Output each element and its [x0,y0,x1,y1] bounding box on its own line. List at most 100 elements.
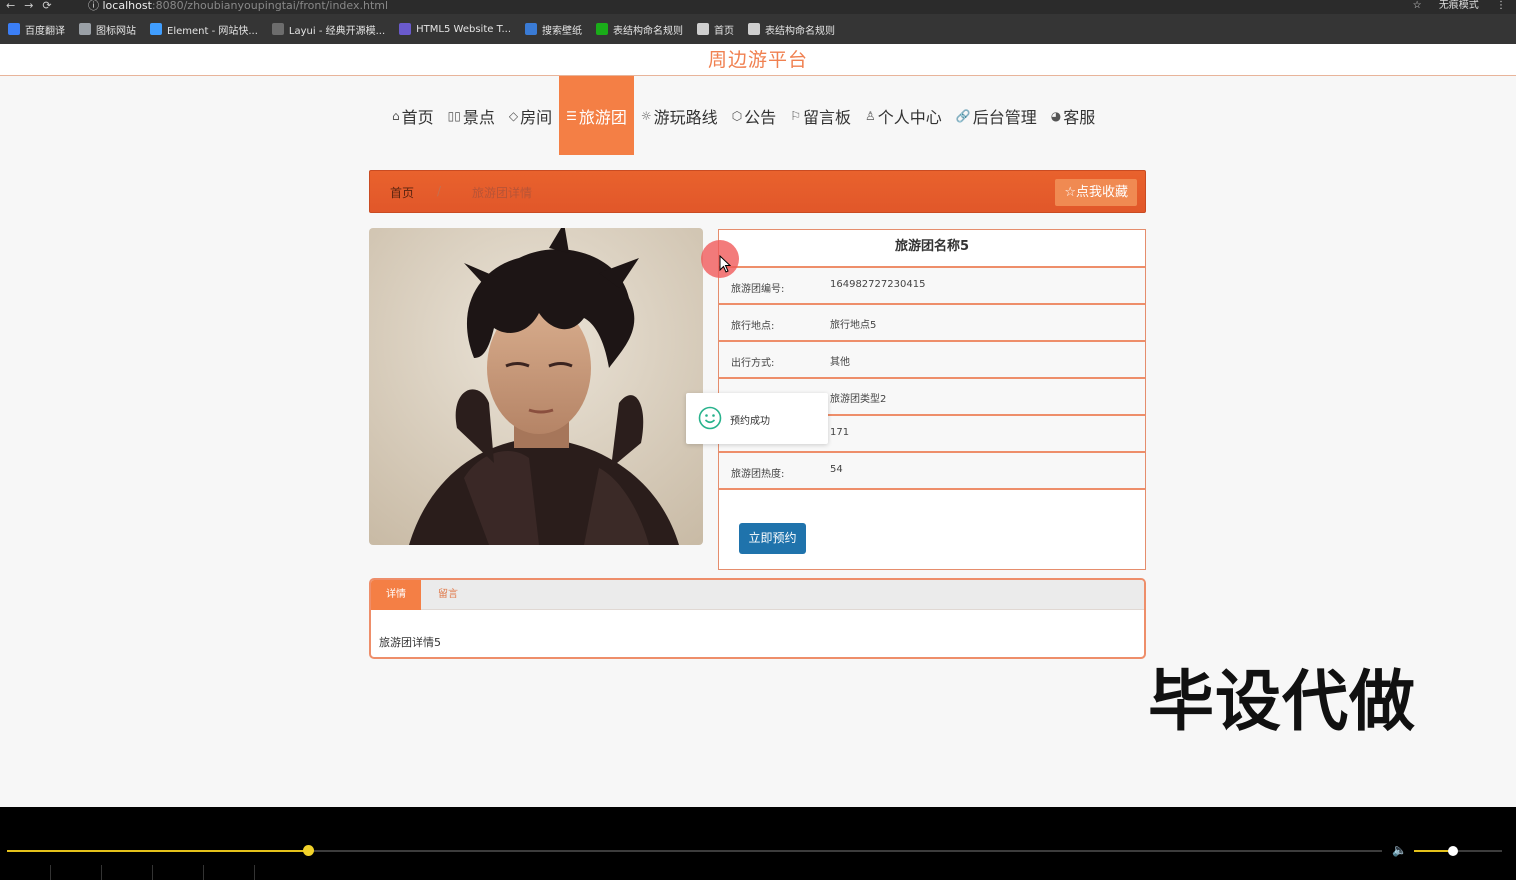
nav-item[interactable]: ☼ 游玩路线 [634,76,725,155]
favorite-button[interactable]: ☆点我收藏 [1055,179,1137,206]
info-value: 54 [830,464,843,475]
tour-group-photo [369,228,703,545]
bookmark-icon [748,23,761,35]
nav-item[interactable]: ⬡ 公告 [725,76,784,155]
bookmark-label: 表结构命名规则 [613,25,684,37]
url-host: localhost [102,0,152,12]
list-icon: ☰ [566,108,577,123]
player-button-row [0,865,255,880]
nav-item[interactable]: ♙ 个人中心 [858,76,949,155]
smile-icon [698,406,722,430]
book-icon: ▯▯ [447,108,461,123]
volume-icon[interactable]: 🔈 [1392,843,1407,857]
bookmark-item[interactable]: 表结构命名规则 [596,22,683,37]
info-label: 旅游团编号: [731,284,785,295]
main-nav: ⌂ 首页 ▯▯ 景点 ◇ 房间 ☰ 旅游团 ☼ 游玩路线 ⬡ 公告 ⚐ 留言板 ♙ 个人中心 🔗 后台管理 ◕ 客服 [385,76,1102,155]
tab-comments[interactable]: 留言 [423,580,473,610]
bookmark-item[interactable]: Element - 网站快... [150,22,258,37]
nav-item-label: 游玩路线 [653,107,718,127]
breadcrumb-current: 旅游团详情 [472,186,533,200]
bookmark-icon [596,23,609,35]
bookmark-label: 图标网站 [96,25,136,37]
tour-group-name: 旅游团名称5 [719,230,1145,268]
nav-item[interactable]: ◇ 房间 [502,76,559,155]
info-label: 出行方式: [731,358,775,369]
nav-item[interactable]: ◕ 客服 [1044,76,1103,155]
bookmark-item[interactable]: Layui - 经典开源模... [271,22,386,37]
bookmark-icon [150,23,162,35]
progress-handle[interactable] [303,845,315,856]
nav-item-label: 个人中心 [877,107,942,127]
info-value: 旅游团类型2 [830,394,887,405]
toast-text: 预约成功 [730,416,770,427]
browser-right-controls: ☆ 无痕模式 ⋮ [1399,0,1506,11]
breadcrumb-home[interactable]: 首页 [390,184,414,201]
tag-icon: ◇ [508,108,519,123]
bookmark-item[interactable]: 表结构命名规则 [748,22,835,37]
volume-track[interactable] [1414,850,1502,852]
cube-icon: ⬡ [731,108,743,123]
player-button[interactable] [0,865,51,880]
bookmark-item[interactable]: 首页 [697,22,734,37]
tab-content: 旅游团详情5 [379,636,441,649]
mouse-cursor-icon [719,255,731,273]
info-row: 旅游团编号: 164982727230415 [719,268,1145,305]
bookmark-icon [8,23,20,35]
bookmark-item[interactable]: 搜索壁纸 [525,22,582,37]
incognito-label: 无痕模式 [1438,0,1479,11]
tab-details[interactable]: 详情 [371,580,421,610]
info-label: 旅行地点: [731,321,775,332]
video-player-controls: 🔈 [0,807,1516,880]
bookmark-item[interactable]: 百度翻译 [8,22,65,37]
tab-bar: 详情 留言 [371,580,1144,610]
star-icon[interactable]: ☆ [1413,0,1422,11]
nav-item-label: 客服 [1063,107,1096,127]
bookmark-icon [399,23,412,35]
info-row: 出行方式: 其他 [719,342,1145,379]
bookmark-label: Element - 网站快... [167,25,258,37]
booking-success-toast: 预约成功 [686,393,828,444]
bookmark-label: 百度翻译 [25,25,65,37]
info-value: 171 [830,427,850,438]
watermark-text: 毕设代做 [1148,663,1416,740]
progress-track[interactable] [7,850,1382,852]
nav-item[interactable]: 🔗 后台管理 [949,76,1044,155]
nav-item-label: 房间 [520,107,553,127]
info-value: 164982727230415 [830,279,926,290]
progress-fill [7,850,309,852]
player-button[interactable] [153,865,204,880]
nav-item[interactable]: ▯▯ 景点 [441,76,502,155]
bookmark-icon [697,23,710,35]
site-title: 周边游平台 [0,44,1516,76]
browser-nav-icons[interactable]: ←→⟳ [6,0,61,12]
bookmark-label: 表结构命名规则 [765,25,836,37]
nav-item-label: 后台管理 [972,107,1037,127]
bookmark-label: Layui - 经典开源模... [288,25,386,37]
detail-tabs: 详情 留言 旅游团详情5 [369,578,1146,659]
menu-icon[interactable]: ⋮ [1496,0,1506,11]
bookmark-icon [525,23,538,35]
nav-item[interactable]: ⌂ 首页 [385,76,441,155]
url-path: :8080/zhoubianyoupingtai/front/index.htm… [151,0,389,12]
bookmark-item[interactable]: HTML5 Website T... [399,23,511,35]
info-value: 旅行地点5 [830,320,877,331]
volume-fill [1414,850,1453,852]
player-button[interactable] [102,865,153,880]
home-icon: ⌂ [392,108,400,123]
nav-item[interactable]: ⚐ 留言板 [783,76,858,155]
volume-handle[interactable] [1447,846,1458,856]
url-field[interactable]: ⓘ localhost:8080/zhoubianyoupingtai/fron… [88,0,388,11]
bookmark-icon [271,23,284,35]
player-button[interactable] [204,865,255,880]
page: 周边游平台 ⌂ 首页 ▯▯ 景点 ◇ 房间 ☰ 旅游团 ☼ 游玩路线 ⬡ 公告 ⚐ 留言板 ♙ 个人中心 🔗 后台… [0,44,1516,807]
nav-item-label: 旅游团 [578,107,627,127]
chat-icon: ◕ [1050,108,1062,123]
book-now-button[interactable]: 立即预约 [739,523,806,554]
bookmark-item[interactable]: 图标网站 [79,22,136,37]
info-row: 旅游团热度: 54 [719,453,1145,490]
player-button[interactable] [51,865,102,880]
link-icon: 🔗 [955,108,971,123]
flag-icon: ⚐ [790,108,801,123]
nav-item[interactable]: ☰ 旅游团 [559,76,634,155]
breadcrumb: 首页 / 旅游团详情 ☆点我收藏 [369,170,1146,213]
